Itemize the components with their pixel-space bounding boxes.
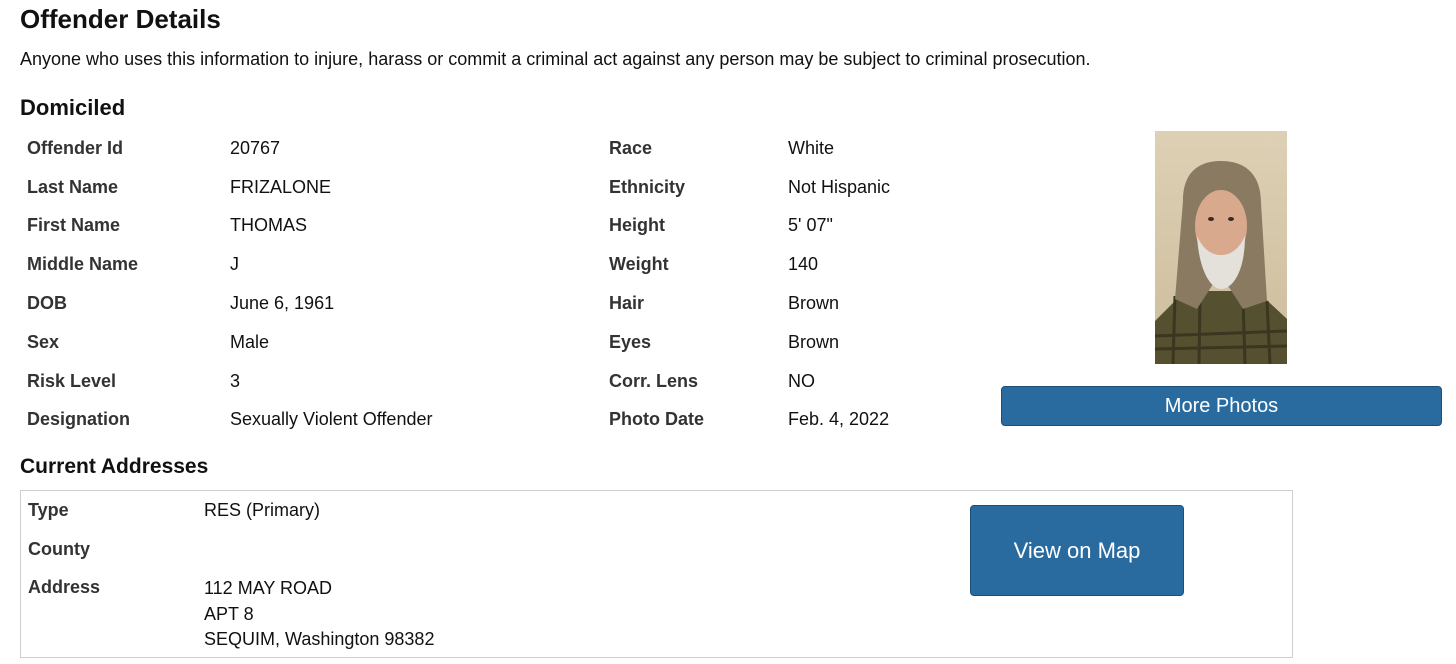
view-on-map-button[interactable]: View on Map	[970, 505, 1184, 596]
race-value: White	[788, 137, 835, 158]
first-name-label: First Name	[27, 215, 121, 236]
corr-lens-value: NO	[788, 370, 815, 391]
last-name-value: FRIZALONE	[230, 176, 332, 197]
offender-id-label: Offender Id	[27, 137, 124, 158]
page-title: Offender Details	[20, 4, 221, 34]
table-row: Offender Id 20767 Race White	[20, 129, 988, 168]
dob-value: June 6, 1961	[230, 293, 335, 314]
first-name-value: THOMAS	[230, 215, 308, 236]
sex-label: Sex	[27, 331, 60, 352]
current-addresses-heading: Current Addresses	[20, 455, 209, 478]
hair-label: Hair	[609, 293, 645, 314]
type-label: Type	[28, 500, 69, 520]
address-label: Address	[28, 577, 101, 597]
type-value: RES (Primary)	[204, 500, 320, 520]
address-lines: 112 MAY ROAD APT 8 SEQUIM, Washington 98…	[204, 576, 434, 653]
race-label: Race	[609, 137, 653, 158]
designation-label: Designation	[27, 409, 131, 430]
table-row: Risk Level 3 Corr. Lens NO	[20, 362, 988, 401]
county-label: County	[28, 539, 90, 559]
photo-date-value: Feb. 4, 2022	[788, 409, 890, 430]
eyes-label: Eyes	[609, 331, 652, 352]
middle-name-label: Middle Name	[27, 254, 139, 275]
more-photos-button[interactable]: More Photos	[1001, 386, 1442, 426]
table-row: Middle Name J Weight 140	[20, 245, 988, 284]
offender-id-value: 20767	[230, 137, 281, 158]
table-row: First Name THOMAS Height 5' 07"	[20, 207, 988, 246]
ethnicity-label: Ethnicity	[609, 176, 686, 197]
weight-value: 140	[788, 254, 819, 275]
table-row: Last Name FRIZALONE Ethnicity Not Hispan…	[20, 168, 988, 207]
height-value: 5' 07"	[788, 215, 833, 236]
table-row: Sex Male Eyes Brown	[20, 323, 988, 362]
risk-level-value: 3	[230, 370, 241, 391]
ethnicity-value: Not Hispanic	[788, 176, 891, 197]
sex-value: Male	[230, 331, 270, 352]
middle-name-value: J	[230, 254, 239, 275]
corr-lens-label: Corr. Lens	[609, 370, 699, 391]
address-line-2: APT 8	[204, 603, 254, 624]
offender-details-table: Offender Id 20767 Race White Last Name F…	[20, 129, 988, 439]
weight-label: Weight	[609, 254, 669, 275]
prosecution-notice: Anyone who uses this information to inju…	[20, 49, 1091, 69]
eyes-value: Brown	[788, 331, 840, 352]
designation-value: Sexually Violent Offender	[230, 409, 433, 430]
offender-photo	[1155, 131, 1287, 364]
table-row: Designation Sexually Violent Offender Ph…	[20, 401, 988, 440]
table-row: DOB June 6, 1961 Hair Brown	[20, 284, 988, 323]
hair-value: Brown	[788, 293, 840, 314]
last-name-label: Last Name	[27, 176, 119, 197]
risk-level-label: Risk Level	[27, 370, 117, 391]
address-panel: Type RES (Primary) County Address 112 MA…	[20, 490, 1293, 658]
domiciled-heading: Domiciled	[20, 95, 126, 120]
dob-label: DOB	[27, 293, 67, 314]
address-line-1: 112 MAY ROAD	[204, 578, 333, 598]
photo-date-label: Photo Date	[609, 409, 705, 430]
address-line-3: SEQUIM, Washington 98382	[204, 629, 435, 649]
height-label: Height	[609, 215, 665, 236]
